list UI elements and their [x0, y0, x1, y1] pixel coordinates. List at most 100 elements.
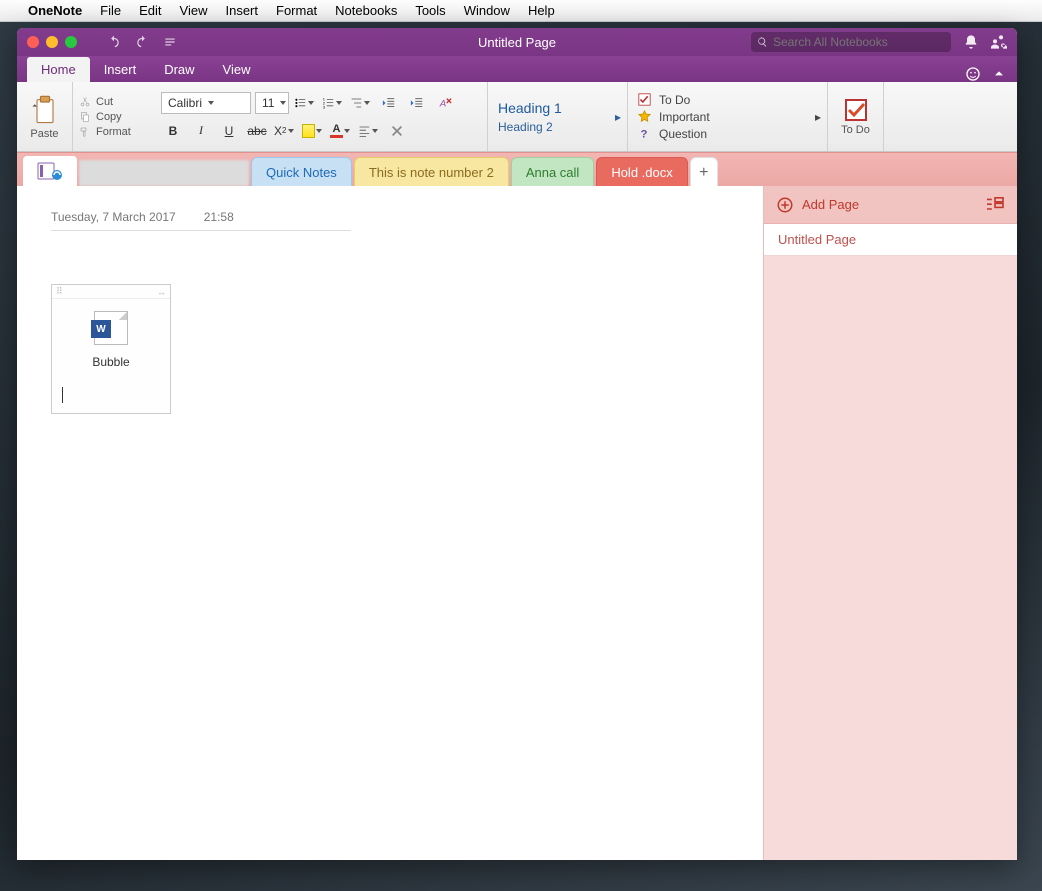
todo-group[interactable]: To Do	[828, 82, 884, 151]
outdent-icon	[382, 96, 396, 110]
tag-question-label: Question	[659, 127, 707, 141]
ribbon: Paste Cut Copy Format Calibri 11 123 A B…	[17, 82, 1017, 152]
cut-button[interactable]: Cut	[79, 96, 147, 108]
section-tab-quick-notes[interactable]: Quick Notes	[251, 157, 352, 187]
align-icon	[358, 124, 371, 138]
collapse-ribbon-icon[interactable]	[991, 66, 1007, 82]
font-size-select[interactable]: 11	[255, 92, 289, 114]
todo-checkbox-icon	[638, 93, 651, 106]
close-button[interactable]	[27, 36, 39, 48]
mac-menu-help[interactable]: Help	[528, 3, 555, 18]
highlight-button[interactable]	[301, 120, 325, 142]
mac-menubar: OneNote File Edit View Insert Format Not…	[0, 0, 1042, 22]
tag-important-label: Important	[659, 110, 710, 124]
notebook-name-blurred[interactable]	[79, 160, 249, 186]
outdent-button[interactable]	[377, 92, 401, 114]
bell-icon[interactable]	[963, 34, 979, 50]
mac-app-name[interactable]: OneNote	[28, 3, 82, 18]
ribbon-tab-view[interactable]: View	[209, 57, 265, 82]
copy-label: Copy	[96, 111, 122, 123]
mac-menu-tools[interactable]: Tools	[415, 3, 445, 18]
notebook-icon[interactable]	[23, 156, 77, 186]
indent-icon	[410, 96, 424, 110]
page-date: Tuesday, 7 March 2017	[51, 210, 176, 224]
share-icon[interactable]	[991, 34, 1007, 50]
mac-menu-format[interactable]: Format	[276, 3, 317, 18]
redo-icon[interactable]	[135, 35, 149, 49]
numbering-button[interactable]: 123	[321, 92, 345, 114]
onenote-window: Untitled Page Home Insert Draw View Past…	[17, 28, 1017, 860]
align-button[interactable]	[357, 120, 381, 142]
page-list-item[interactable]: Untitled Page	[764, 224, 1017, 256]
tag-todo-label: To Do	[659, 93, 690, 107]
mac-menu-edit[interactable]: Edit	[139, 3, 161, 18]
font-name-value: Calibri	[168, 96, 202, 110]
styles-expand-icon[interactable]: ▸	[615, 110, 621, 124]
underline-button[interactable]: U	[217, 120, 241, 142]
font-size-value: 11	[262, 96, 274, 110]
styles-group[interactable]: Heading 1 Heading 2 ▸	[488, 82, 628, 151]
multilevel-icon	[350, 96, 363, 110]
star-icon	[638, 110, 651, 123]
page-list-view-icon[interactable]	[985, 197, 1005, 213]
mac-menu-insert[interactable]: Insert	[225, 3, 258, 18]
tag-todo[interactable]: To Do	[638, 93, 817, 107]
copy-button[interactable]: Copy	[79, 111, 147, 123]
font-name-select[interactable]: Calibri	[161, 92, 251, 114]
bullets-button[interactable]	[293, 92, 317, 114]
section-tab-hold-docx[interactable]: Hold .docx	[596, 157, 687, 187]
minimize-button[interactable]	[46, 36, 58, 48]
mac-menu-window[interactable]: Window	[464, 3, 510, 18]
tag-question[interactable]: ?Question	[638, 127, 817, 141]
strikethrough-button[interactable]: abc	[245, 120, 269, 142]
titlebar: Untitled Page	[17, 28, 1017, 56]
undo-icon[interactable]	[107, 35, 121, 49]
mac-menu-file[interactable]: File	[100, 3, 121, 18]
zoom-button[interactable]	[65, 36, 77, 48]
word-file-icon[interactable]: W	[94, 311, 128, 345]
window-controls	[27, 36, 77, 48]
add-section-button[interactable]: +	[690, 157, 718, 187]
attachment-container[interactable]: ⠿↔ W Bubble	[51, 284, 171, 414]
todo-icon	[844, 98, 868, 122]
font-group: Calibri 11 123 A B I U abc X2 A	[153, 82, 488, 151]
italic-button[interactable]: I	[189, 120, 213, 142]
subscript-button[interactable]: X2	[273, 120, 297, 142]
search-box[interactable]	[751, 32, 951, 52]
emoji-icon[interactable]	[965, 66, 981, 82]
section-tab-anna-call[interactable]: Anna call	[511, 157, 594, 187]
notebook-glyph-icon	[37, 161, 63, 181]
page-time: 21:58	[204, 210, 234, 224]
word-glyph: W	[91, 320, 111, 338]
bold-button[interactable]: B	[161, 120, 185, 142]
font-color-button[interactable]: A	[329, 120, 353, 142]
plus-circle-icon	[776, 196, 794, 214]
highlight-icon	[302, 124, 315, 138]
search-input[interactable]	[773, 35, 945, 49]
ribbon-tab-draw[interactable]: Draw	[150, 57, 208, 82]
style-heading1[interactable]: Heading 1	[498, 100, 617, 116]
delete-button[interactable]	[385, 120, 409, 142]
svg-text:3: 3	[323, 104, 326, 109]
tag-important[interactable]: Important	[638, 110, 817, 124]
window-title: Untitled Page	[478, 35, 556, 50]
ribbon-tab-insert[interactable]: Insert	[90, 57, 151, 82]
indent-button[interactable]	[405, 92, 429, 114]
tags-expand-icon[interactable]: ▸	[815, 110, 821, 124]
clear-formatting-icon: A	[438, 96, 452, 110]
format-painter-button[interactable]: Format	[79, 126, 147, 138]
add-page-button[interactable]: Add Page	[776, 196, 859, 214]
style-heading2[interactable]: Heading 2	[498, 120, 617, 134]
note-page[interactable]: Tuesday, 7 March 2017 21:58 ⠿↔ W Bubble	[17, 186, 763, 860]
paste-icon[interactable]	[31, 94, 59, 126]
attachment-handle[interactable]: ⠿↔	[52, 285, 170, 299]
mac-menu-notebooks[interactable]: Notebooks	[335, 3, 397, 18]
section-tab-note2[interactable]: This is note number 2	[354, 157, 509, 187]
todo-label: To Do	[841, 124, 870, 136]
customize-qat-icon[interactable]	[163, 35, 177, 49]
work-area: Tuesday, 7 March 2017 21:58 ⠿↔ W Bubble …	[17, 186, 1017, 860]
ribbon-tab-home[interactable]: Home	[27, 57, 90, 82]
clear-formatting-button[interactable]: A	[433, 92, 457, 114]
multilevel-list-button[interactable]	[349, 92, 373, 114]
mac-menu-view[interactable]: View	[180, 3, 208, 18]
